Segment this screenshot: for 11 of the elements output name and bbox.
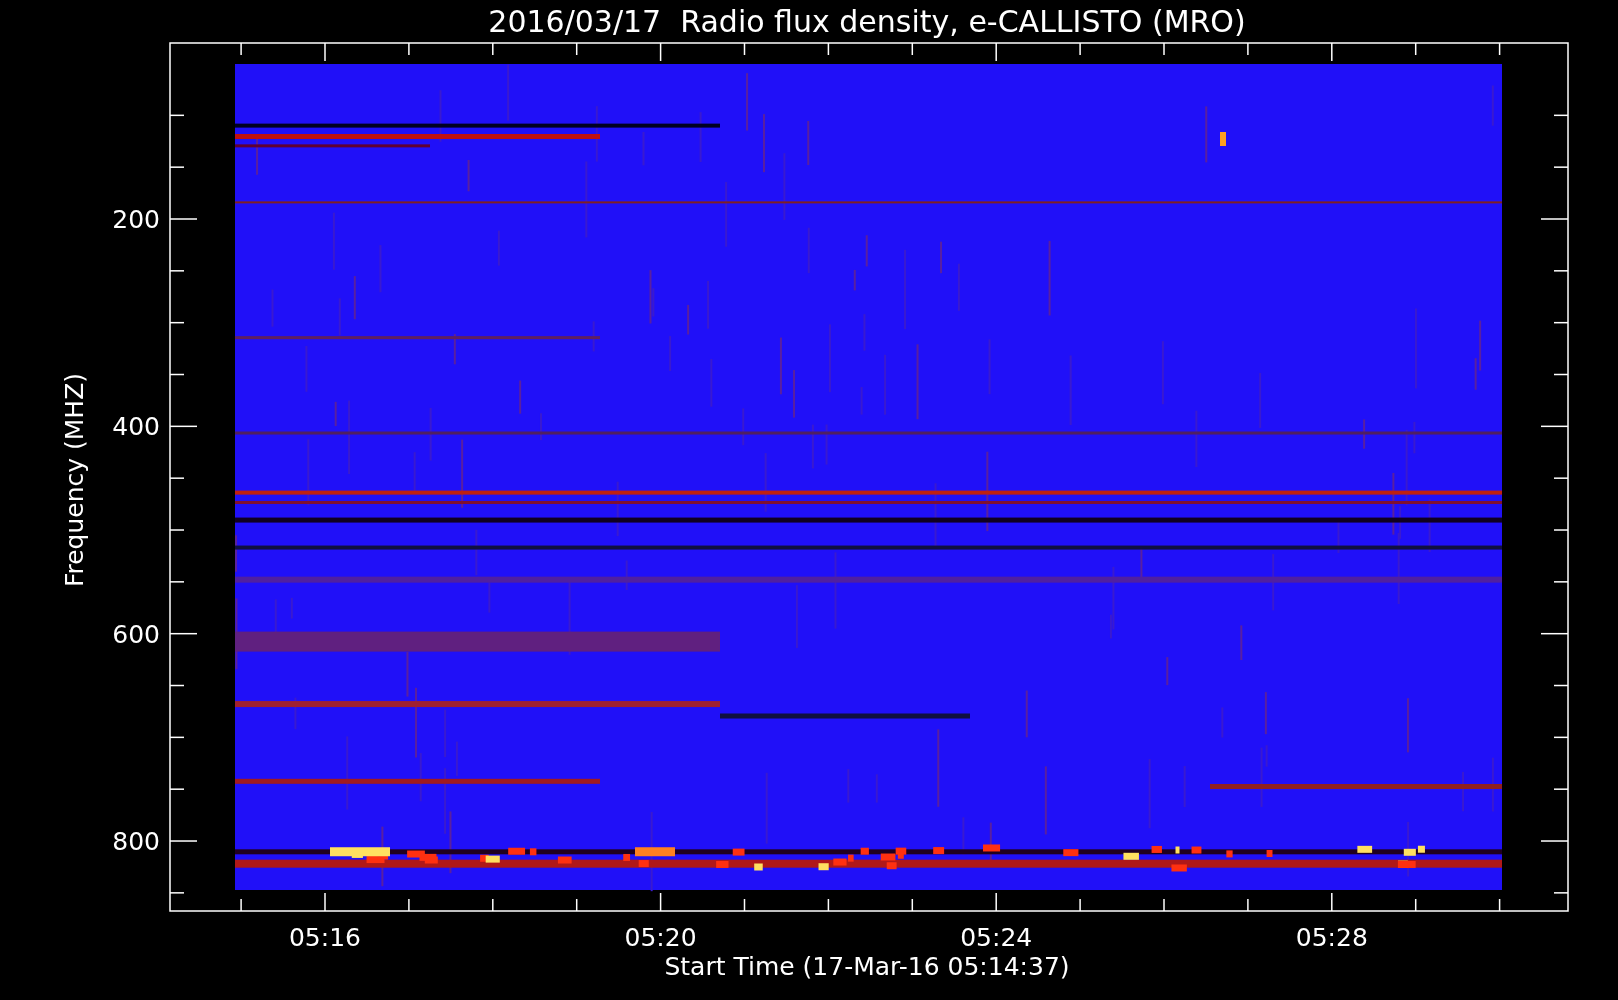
y-tick-label: 800 <box>112 827 160 856</box>
x-axis-label: Start Time (17-Mar-16 05:14:37) <box>664 952 1070 981</box>
y-axis-label: Frequency (MHZ) <box>60 372 89 588</box>
x-tick-label: 05:16 <box>289 923 361 952</box>
y-tick-label: 600 <box>112 619 160 649</box>
y-tick-label: 400 <box>112 412 160 442</box>
x-tick-label: 05:28 <box>1295 923 1368 952</box>
x-tick-label: 05:24 <box>960 923 1033 952</box>
x-tick-label: 05:20 <box>624 923 697 952</box>
y-tick-label: 200 <box>112 205 160 234</box>
chart-title: 2016/03/17 Radio flux density, e-CALLISTO (MRO) <box>488 4 1246 39</box>
